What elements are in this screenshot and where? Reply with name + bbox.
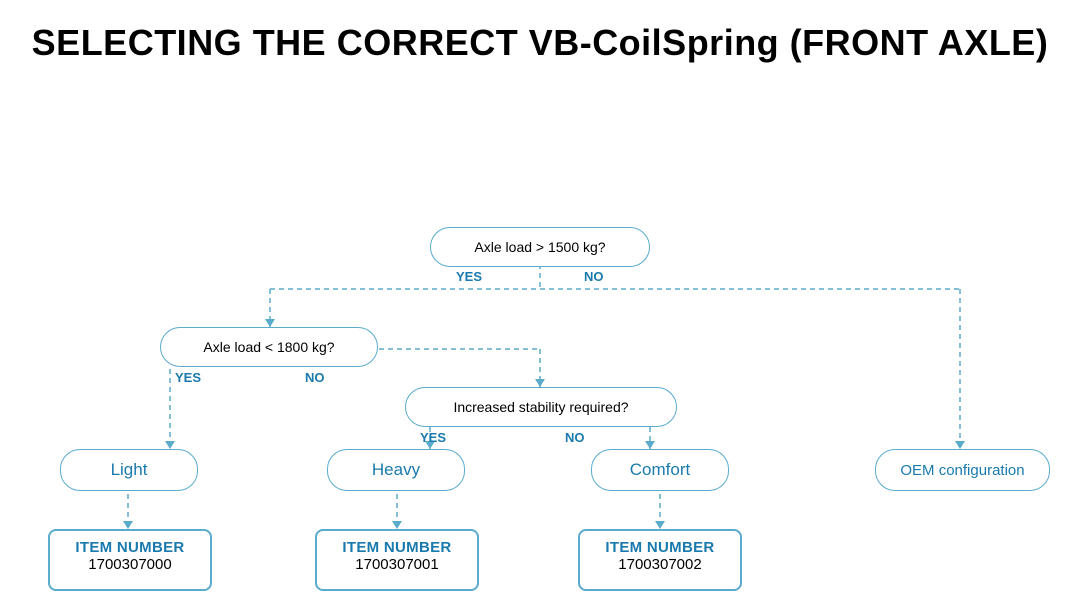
decision1-no: NO xyxy=(584,269,604,284)
item1-number: 1700307001 xyxy=(327,556,467,573)
decision2-yes: YES xyxy=(175,370,201,385)
item-box-2: ITEM NUMBER 1700307002 xyxy=(578,529,742,591)
page-title: SELECTING THE CORRECT VB-CoilSpring (FRO… xyxy=(0,0,1080,74)
item2-number: 1700307002 xyxy=(590,556,730,573)
decision1-yes: YES xyxy=(456,269,482,284)
decision-3: Increased stability required? xyxy=(405,387,677,427)
result-oem: OEM configuration xyxy=(875,449,1050,491)
decision2-no: NO xyxy=(305,370,325,385)
item-box-1: ITEM NUMBER 1700307001 xyxy=(315,529,479,591)
decision3-no: NO xyxy=(565,430,585,445)
item-box-0: ITEM NUMBER 1700307000 xyxy=(48,529,212,591)
connector-lines xyxy=(0,79,1080,579)
item0-number: 1700307000 xyxy=(60,556,200,573)
item1-label: ITEM NUMBER xyxy=(327,539,467,556)
item0-label: ITEM NUMBER xyxy=(60,539,200,556)
item2-label: ITEM NUMBER xyxy=(590,539,730,556)
result-heavy: Heavy xyxy=(327,449,465,491)
decision-2: Axle load < 1800 kg? xyxy=(160,327,378,367)
result-comfort: Comfort xyxy=(591,449,729,491)
result-light: Light xyxy=(60,449,198,491)
diagram-area: Axle load > 1500 kg? YES NO Axle load < … xyxy=(0,79,1080,579)
decision3-yes: YES xyxy=(420,430,446,445)
decision-1: Axle load > 1500 kg? xyxy=(430,227,650,267)
